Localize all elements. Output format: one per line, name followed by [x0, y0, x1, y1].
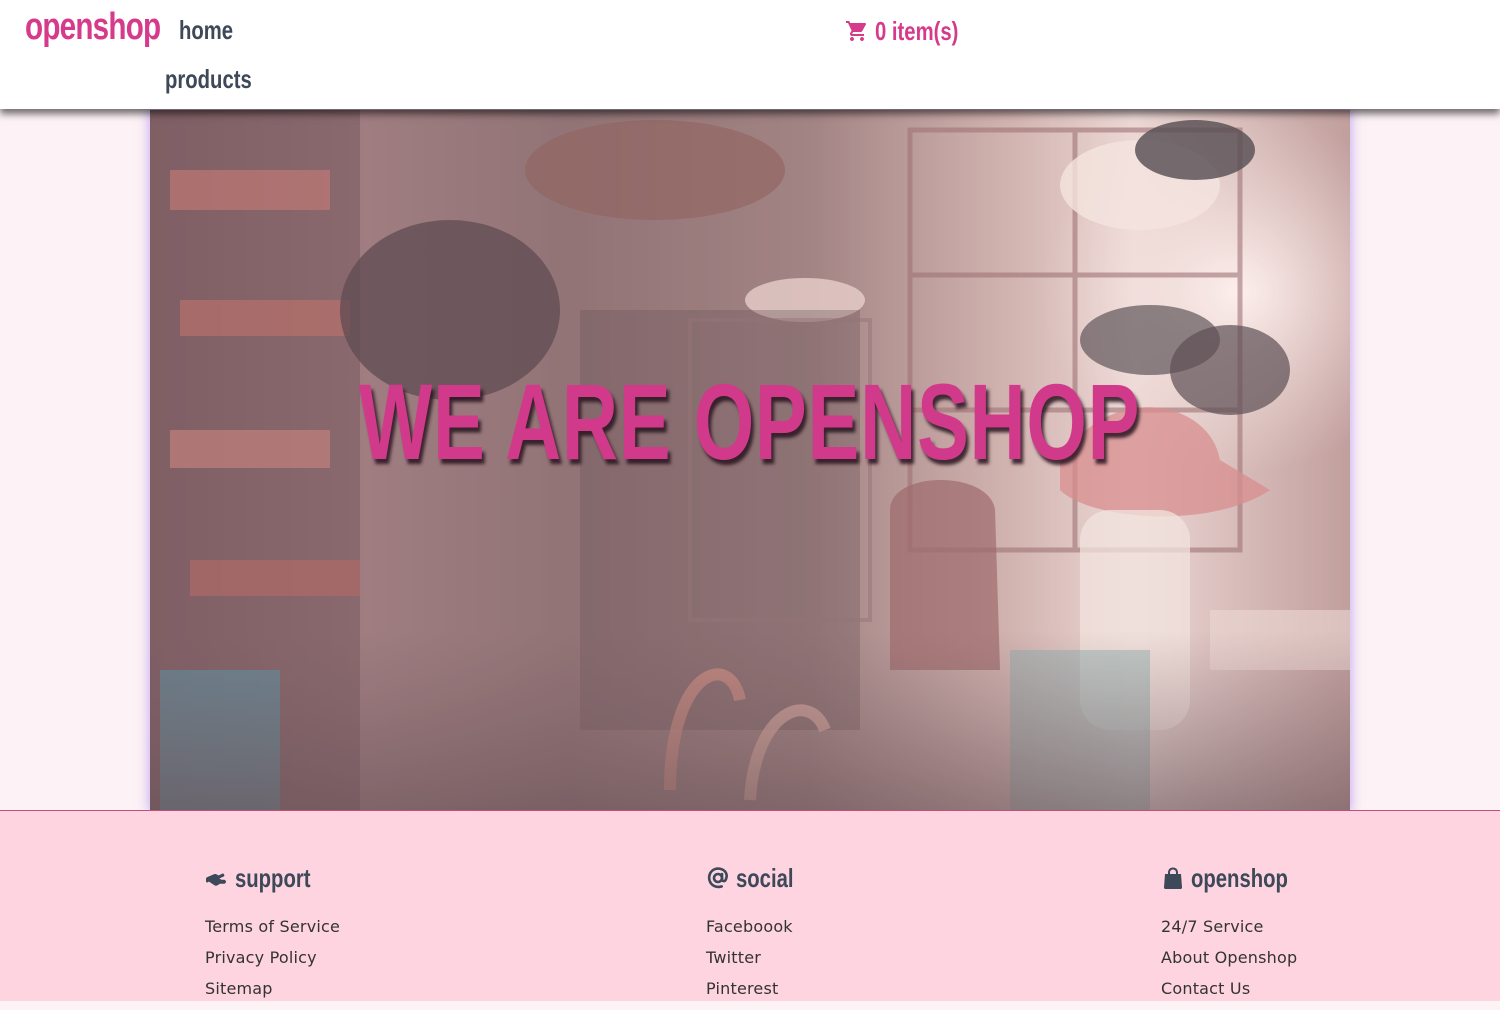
- shopping-bag-icon: [1163, 867, 1183, 889]
- footer-heading-support: support: [205, 861, 340, 895]
- at-icon: [707, 867, 728, 889]
- footer-column-social: social Faceboook Twitter Pinterest: [706, 861, 810, 1010]
- footer-link-pinterest[interactable]: Pinterest: [706, 979, 778, 998]
- site-footer: support Terms of Service Privacy Policy …: [0, 810, 1500, 1001]
- hero-title: WE ARE OPENSHOP: [359, 361, 1141, 483]
- footer-links-openshop: 24/7 Service About Openshop Contact Us: [1161, 917, 1315, 1010]
- footer-links-social: Faceboook Twitter Pinterest: [706, 917, 810, 1010]
- footer-heading-openshop: openshop: [1161, 861, 1315, 895]
- logo[interactable]: openshop: [25, 6, 161, 49]
- handshake-icon: [206, 873, 226, 886]
- cart-button[interactable]: 0 item(s): [845, 15, 982, 47]
- nav-link-products[interactable]: products: [165, 64, 252, 95]
- footer-links-support: Terms of Service Privacy Policy Sitemap: [205, 917, 340, 1010]
- footer-column-support: support Terms of Service Privacy Policy …: [205, 861, 340, 1010]
- footer-heading-social: social: [706, 861, 810, 895]
- footer-link-service[interactable]: 24/7 Service: [1161, 917, 1264, 936]
- footer-link-contact[interactable]: Contact Us: [1161, 979, 1250, 998]
- footer-link-facebook[interactable]: Faceboook: [706, 917, 793, 936]
- cart-icon: [846, 21, 867, 41]
- top-header: openshop home products 0 item(s): [0, 0, 1500, 109]
- footer-link-sitemap[interactable]: Sitemap: [205, 979, 273, 998]
- footer-link-twitter[interactable]: Twitter: [706, 948, 761, 967]
- footer-link-about[interactable]: About Openshop: [1161, 948, 1297, 967]
- footer-link-privacy[interactable]: Privacy Policy: [205, 948, 317, 967]
- cart-count-label: 0 item(s): [875, 15, 959, 46]
- nav-link-home[interactable]: home: [179, 15, 233, 46]
- footer-link-terms[interactable]: Terms of Service: [205, 917, 340, 936]
- footer-column-openshop: openshop 24/7 Service About Openshop Con…: [1161, 861, 1315, 1010]
- hero-banner: WE ARE OPENSHOP: [150, 110, 1350, 810]
